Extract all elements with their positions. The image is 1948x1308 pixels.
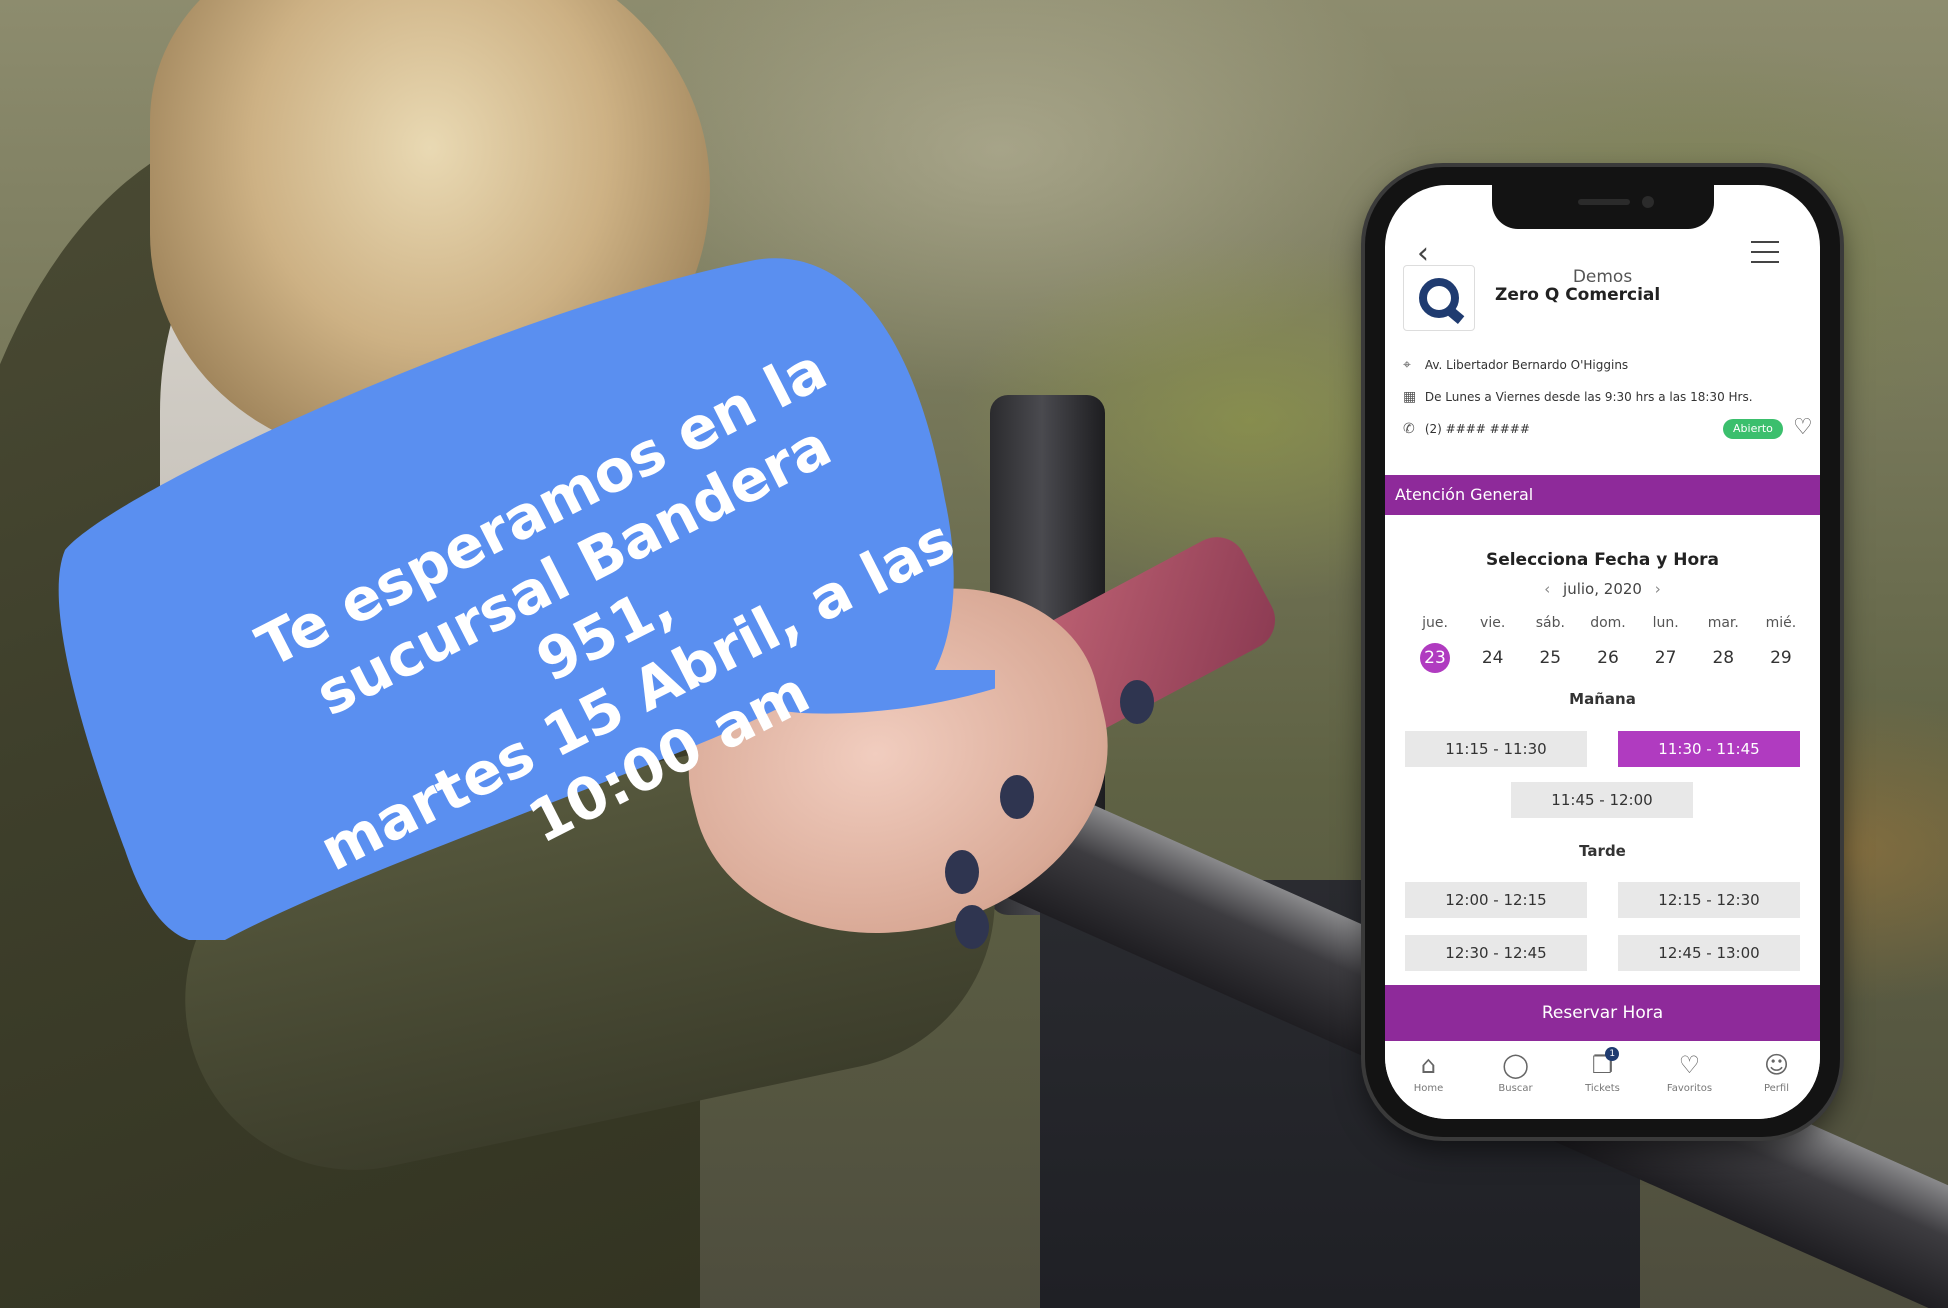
day-item[interactable]: mar. 28 xyxy=(1701,615,1745,673)
time-slot[interactable]: 11:45 - 12:00 xyxy=(1511,782,1693,818)
speaker xyxy=(1578,199,1630,205)
address-row: ⌖ Av. Libertador Bernardo O'Higgins xyxy=(1403,355,1813,375)
phone-screen: ‹ Demos Zero Q Comercial ⌖ Av. Libertado… xyxy=(1385,185,1820,1119)
speech-bubble: Te esperamos en la sucursal Bandera 951,… xyxy=(55,250,995,940)
month-selector: ‹ julio, 2020 › xyxy=(1385,580,1820,598)
tab-tickets[interactable]: ❐ 1 Tickets xyxy=(1563,1041,1643,1119)
day-item[interactable]: mié. 29 xyxy=(1759,615,1803,673)
service-section-bar: Atención General xyxy=(1385,475,1820,515)
morning-label: Mañana xyxy=(1569,690,1636,708)
day-number: 29 xyxy=(1770,648,1792,668)
day-item[interactable]: vie. 24 xyxy=(1471,615,1515,673)
day-number-selected: 23 xyxy=(1420,643,1450,673)
prev-month-icon[interactable]: ‹ xyxy=(1544,580,1550,598)
tab-perfil[interactable]: ☺ Perfil xyxy=(1737,1041,1817,1119)
day-number: 28 xyxy=(1712,648,1735,668)
reserve-button[interactable]: Reservar Hora xyxy=(1385,985,1820,1041)
day-item[interactable]: jue. 23 xyxy=(1413,615,1457,673)
day-item[interactable]: lun. 27 xyxy=(1644,615,1688,673)
phone-notch xyxy=(1492,185,1714,229)
day-name: lun. xyxy=(1652,615,1679,631)
day-number: 27 xyxy=(1654,648,1677,668)
calendar-icon: ▦ xyxy=(1403,389,1417,405)
search-icon: ◯ xyxy=(1502,1051,1529,1079)
status-badge: Abierto xyxy=(1723,419,1783,439)
day-item[interactable]: sáb. 25 xyxy=(1528,615,1572,673)
time-slot[interactable]: 12:00 - 12:15 xyxy=(1405,882,1587,918)
time-slot[interactable]: 12:45 - 13:00 xyxy=(1618,935,1800,971)
day-number: 26 xyxy=(1597,648,1619,668)
afternoon-label: Tarde xyxy=(1579,842,1626,860)
phone-icon: ✆ xyxy=(1403,421,1415,437)
day-name: sáb. xyxy=(1535,615,1565,631)
day-name: dom. xyxy=(1590,615,1626,631)
tab-home[interactable]: ⌂ Home xyxy=(1389,1041,1469,1119)
phone-row: ✆ (2) #### #### Abierto ♡ xyxy=(1403,417,1813,439)
time-slot-selected[interactable]: 11:30 - 11:45 xyxy=(1618,731,1800,767)
business-card: Zero Q Comercial xyxy=(1403,265,1803,335)
day-item[interactable]: dom. 26 xyxy=(1586,615,1630,673)
tab-buscar[interactable]: ◯ Buscar xyxy=(1476,1041,1556,1119)
day-name: vie. xyxy=(1480,615,1506,631)
time-slot[interactable]: 11:15 - 11:30 xyxy=(1405,731,1587,767)
address-text: Av. Libertador Bernardo O'Higgins xyxy=(1424,358,1629,372)
tab-label: Buscar xyxy=(1498,1083,1533,1094)
tab-favoritos[interactable]: ♡ Favoritos xyxy=(1650,1041,1730,1119)
day-name: jue. xyxy=(1422,615,1448,631)
camera xyxy=(1642,196,1654,208)
day-name: mar. xyxy=(1707,615,1739,631)
hours-row: ▦ De Lunes a Viernes desde las 9:30 hrs … xyxy=(1403,387,1813,407)
hamburger-menu-icon[interactable] xyxy=(1751,241,1779,265)
phone-mockup: ‹ Demos Zero Q Comercial ⌖ Av. Libertado… xyxy=(1365,167,1840,1137)
day-name: mié. xyxy=(1765,615,1797,631)
month-label: julio, 2020 xyxy=(1563,580,1642,598)
hours-text: De Lunes a Viernes desde las 9:30 hrs a … xyxy=(1424,390,1753,404)
bottom-tab-bar: ⌂ Home ◯ Buscar ❐ 1 Tickets ♡ Favoritos ☺… xyxy=(1385,1041,1820,1119)
day-strip: jue. 23 vie. 24 sáb. 25 dom. 26 lun. 27 mar. 2… xyxy=(1413,615,1803,673)
user-icon: ☺ xyxy=(1763,1051,1790,1079)
location-pin-icon: ⌖ xyxy=(1403,357,1411,373)
day-number: 25 xyxy=(1539,648,1562,668)
time-slot[interactable]: 12:15 - 12:30 xyxy=(1618,882,1800,918)
next-month-icon[interactable]: › xyxy=(1655,580,1661,598)
home-icon: ⌂ xyxy=(1420,1051,1437,1079)
business-logo xyxy=(1403,265,1475,331)
business-name: Zero Q Comercial xyxy=(1495,285,1661,305)
heart-icon: ♡ xyxy=(1678,1051,1701,1079)
tickets-count-badge: 1 xyxy=(1605,1047,1620,1061)
fingernail xyxy=(1120,680,1154,724)
time-slot[interactable]: 12:30 - 12:45 xyxy=(1405,935,1587,971)
tab-label: Favoritos xyxy=(1666,1083,1713,1094)
tab-label: Tickets xyxy=(1585,1083,1620,1094)
day-number: 24 xyxy=(1481,648,1504,668)
phone-text: (2) #### #### xyxy=(1424,422,1530,436)
tab-label: Home xyxy=(1413,1083,1444,1094)
fingernail xyxy=(1000,775,1034,819)
favorite-heart-icon[interactable]: ♡ xyxy=(1793,417,1813,439)
select-title: Selecciona Fecha y Hora xyxy=(1485,550,1720,570)
tickets-icon: ❐ 1 xyxy=(1592,1047,1620,1079)
tab-label: Perfil xyxy=(1763,1083,1789,1094)
